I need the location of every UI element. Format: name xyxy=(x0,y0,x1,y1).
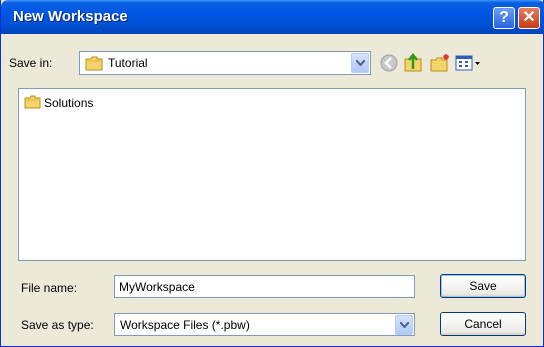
new-folder-icon[interactable] xyxy=(429,52,451,74)
save-as-type-dropdown-button[interactable] xyxy=(395,315,413,335)
up-folder-icon[interactable] xyxy=(402,52,424,74)
chevron-down-icon xyxy=(400,322,409,328)
cancel-button[interactable]: Cancel xyxy=(440,312,526,336)
list-item-label: Solutions xyxy=(44,96,94,110)
save-button[interactable]: Save xyxy=(440,274,526,298)
save-in-label: Save in: xyxy=(9,56,53,70)
back-icon[interactable] xyxy=(378,52,400,74)
save-in-dropdown-button[interactable] xyxy=(351,53,369,73)
help-button[interactable]: ? xyxy=(493,7,515,29)
folder-icon xyxy=(85,56,103,74)
title-bar[interactable]: New Workspace ? ✕ xyxy=(1,0,544,34)
file-list[interactable]: Solutions xyxy=(18,88,526,261)
save-as-type-label: Save as type: xyxy=(21,318,94,332)
chevron-down-icon xyxy=(356,60,365,66)
save-as-type-dropdown[interactable]: Workspace Files (*.pbw) xyxy=(114,313,415,336)
close-button[interactable]: ✕ xyxy=(518,7,540,29)
file-name-input[interactable] xyxy=(114,275,415,298)
window-title: New Workspace xyxy=(13,8,128,25)
folder-icon xyxy=(24,95,41,112)
list-item[interactable]: Solutions xyxy=(24,95,93,111)
view-menu-icon[interactable] xyxy=(454,52,484,74)
file-name-label: File name: xyxy=(21,281,78,295)
save-as-type-value: Workspace Files (*.pbw) xyxy=(120,318,250,332)
save-in-dropdown[interactable]: Tutorial xyxy=(79,51,371,75)
new-workspace-dialog: New Workspace ? ✕ Save in: Tutorial Solu… xyxy=(0,0,544,347)
save-in-value: Tutorial xyxy=(108,56,148,70)
